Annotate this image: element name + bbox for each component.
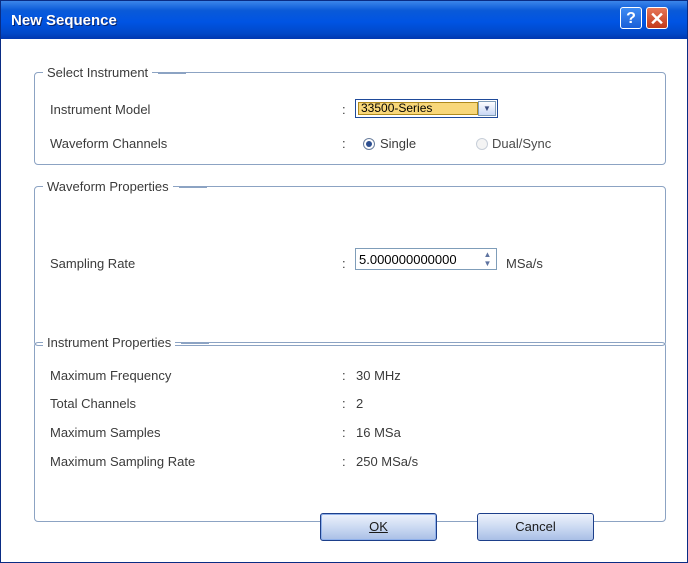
help-button[interactable]: ? xyxy=(620,7,642,29)
instrument-properties-legend: Instrument Properties xyxy=(43,335,210,351)
colon: : xyxy=(342,368,346,383)
total-channels-label: Total Channels xyxy=(50,396,136,411)
colon: : xyxy=(342,454,346,469)
dual-sync-radio[interactable] xyxy=(476,138,488,150)
max-samples-label: Maximum Samples xyxy=(50,425,161,440)
colon: : xyxy=(342,102,346,117)
sampling-rate-spinner[interactable]: 5.000000000000 ▲ ▼ xyxy=(355,248,497,270)
max-frequency-value: 30 MHz xyxy=(356,368,401,383)
dual-sync-radio-label[interactable]: Dual/Sync xyxy=(492,136,551,151)
ok-button[interactable]: OK xyxy=(320,513,437,541)
sampling-rate-label: Sampling Rate xyxy=(50,256,136,271)
cancel-button-label: Cancel xyxy=(515,519,556,534)
new-sequence-dialog: New Sequence ? ✕ Select Instrument Instr… xyxy=(0,0,688,563)
colon: : xyxy=(342,425,346,440)
title-bar[interactable]: New Sequence ? ✕ xyxy=(1,1,687,39)
max-samples-value: 16 MSa xyxy=(356,425,401,440)
cancel-button[interactable]: Cancel xyxy=(477,513,594,541)
dialog-body: Select Instrument Instrument Model : 335… xyxy=(1,39,687,562)
ok-button-label: OK xyxy=(369,519,388,534)
instrument-model-value: 33500-Series xyxy=(358,102,478,115)
colon: : xyxy=(342,256,346,271)
colon: : xyxy=(342,396,346,411)
single-radio-label[interactable]: Single xyxy=(380,136,416,151)
max-sampling-rate-label: Maximum Sampling Rate xyxy=(50,454,196,469)
colon: : xyxy=(342,136,346,151)
dialog-title: New Sequence xyxy=(11,12,117,29)
single-radio[interactable] xyxy=(363,138,375,150)
sampling-rate-input[interactable]: 5.000000000000 xyxy=(359,252,457,267)
max-sampling-rate-value: 250 MSa/s xyxy=(356,454,419,469)
max-frequency-label: Maximum Frequency xyxy=(50,368,172,383)
waveform-properties-legend: Waveform Properties xyxy=(43,179,207,195)
spinner-arrows-icon[interactable]: ▲ ▼ xyxy=(480,250,495,268)
select-instrument-group: Select Instrument xyxy=(34,65,666,165)
chevron-down-icon[interactable]: ▼ xyxy=(478,101,496,116)
instrument-model-label: Instrument Model xyxy=(50,102,151,117)
instrument-model-dropdown[interactable]: 33500-Series ▼ xyxy=(355,99,498,118)
select-instrument-legend: Select Instrument xyxy=(43,65,187,81)
close-button[interactable]: ✕ xyxy=(646,7,668,29)
total-channels-value: 2 xyxy=(356,396,364,411)
sampling-rate-unit: MSa/s xyxy=(506,256,543,271)
waveform-channels-label: Waveform Channels xyxy=(50,136,168,151)
